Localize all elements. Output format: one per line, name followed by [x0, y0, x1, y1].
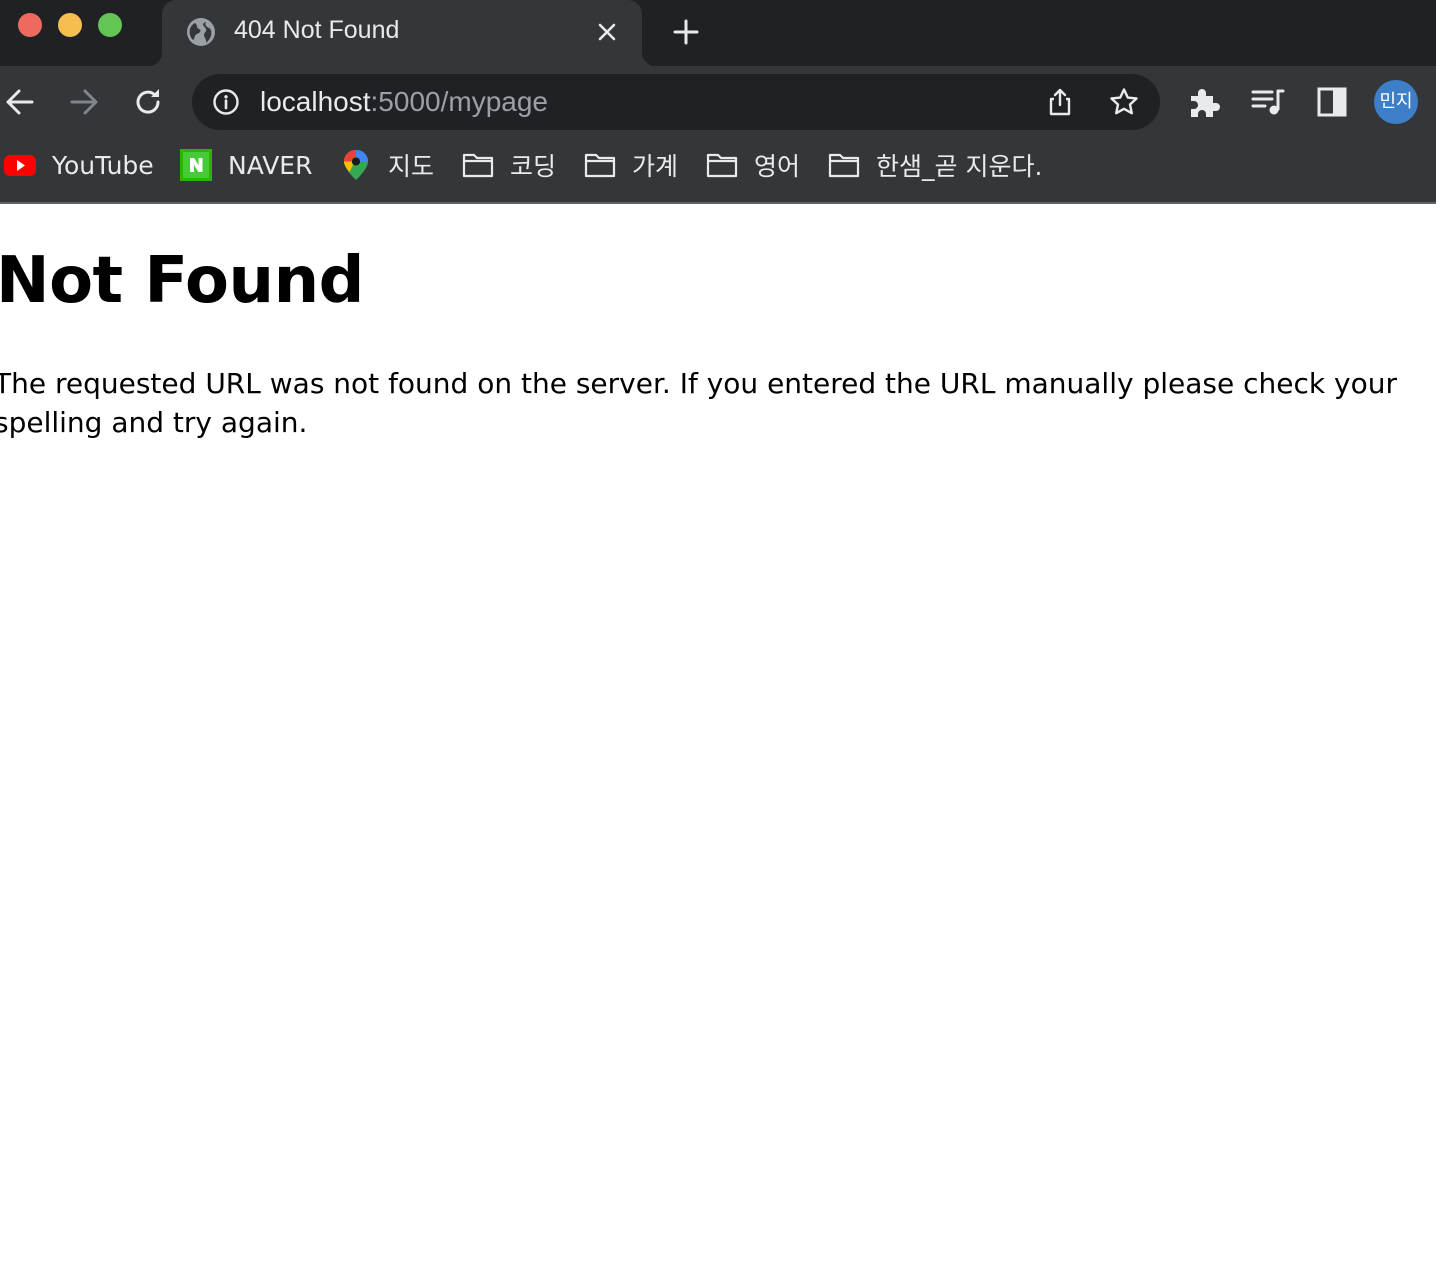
browser-toolbar: localhost:5000/mypage 민지: [0, 66, 1436, 138]
bookmark-youtube[interactable]: YouTube: [4, 138, 154, 192]
bookmark-star-icon[interactable]: [1109, 87, 1139, 117]
maps-pin-icon: [344, 150, 368, 180]
window-minimize-button[interactable]: [58, 13, 82, 37]
bookmark-folder-coding[interactable]: 코딩: [462, 138, 556, 192]
bookmark-naver[interactable]: NAVER: [180, 138, 312, 192]
naver-icon: [180, 149, 212, 181]
bookmarks-bar: YouTube NAVER 지도 코딩 가계 영어 한샘_곧 지운다.: [0, 138, 1436, 204]
folder-icon: [828, 153, 860, 178]
profile-avatar[interactable]: 민지: [1374, 80, 1418, 124]
folder-icon: [462, 153, 494, 178]
address-bar[interactable]: localhost:5000/mypage: [192, 74, 1160, 130]
forward-arrow-icon[interactable]: [66, 84, 102, 120]
folder-icon: [706, 153, 738, 178]
bookmark-folder-budget[interactable]: 가계: [584, 138, 678, 192]
tab-close-icon[interactable]: [592, 17, 622, 47]
bookmark-label: 가계: [632, 152, 679, 181]
url-text[interactable]: localhost:5000/mypage: [260, 86, 548, 118]
bookmark-folder-hanssem[interactable]: 한샘_곧 지운다.: [828, 138, 1042, 192]
bookmark-folder-english[interactable]: 영어: [706, 138, 800, 192]
page-title: Not Found: [0, 244, 364, 318]
url-path: :5000/mypage: [370, 86, 548, 117]
error-message: The requested URL was not found on the s…: [0, 367, 1397, 439]
side-panel-icon[interactable]: [1314, 84, 1350, 120]
new-tab-icon[interactable]: [670, 16, 702, 48]
url-host: localhost: [260, 86, 371, 117]
active-tab[interactable]: 404 Not Found: [148, 0, 656, 66]
bookmark-label: 지도: [388, 152, 435, 181]
globe-icon: [187, 18, 215, 46]
bookmark-label: 한샘_곧 지운다.: [876, 152, 1043, 181]
bookmark-label: 영어: [754, 152, 801, 181]
bookmark-label: 코딩: [510, 152, 557, 181]
window-close-button[interactable]: [18, 13, 42, 37]
youtube-icon: [4, 155, 36, 176]
reload-icon[interactable]: [130, 84, 166, 120]
extensions-puzzle-icon[interactable]: [1186, 84, 1222, 120]
window-maximize-button[interactable]: [98, 13, 122, 37]
media-queue-icon[interactable]: [1250, 84, 1286, 120]
bookmark-label: NAVER: [228, 150, 313, 180]
info-icon[interactable]: [212, 88, 240, 116]
tab-strip: 404 Not Found: [0, 0, 1436, 66]
tab-title: 404 Not Found: [234, 16, 400, 44]
bookmark-maps[interactable]: 지도: [340, 138, 434, 192]
bookmark-label: YouTube: [52, 150, 154, 180]
share-icon[interactable]: [1045, 87, 1075, 117]
back-arrow-icon[interactable]: [2, 84, 38, 120]
folder-icon: [584, 153, 616, 178]
